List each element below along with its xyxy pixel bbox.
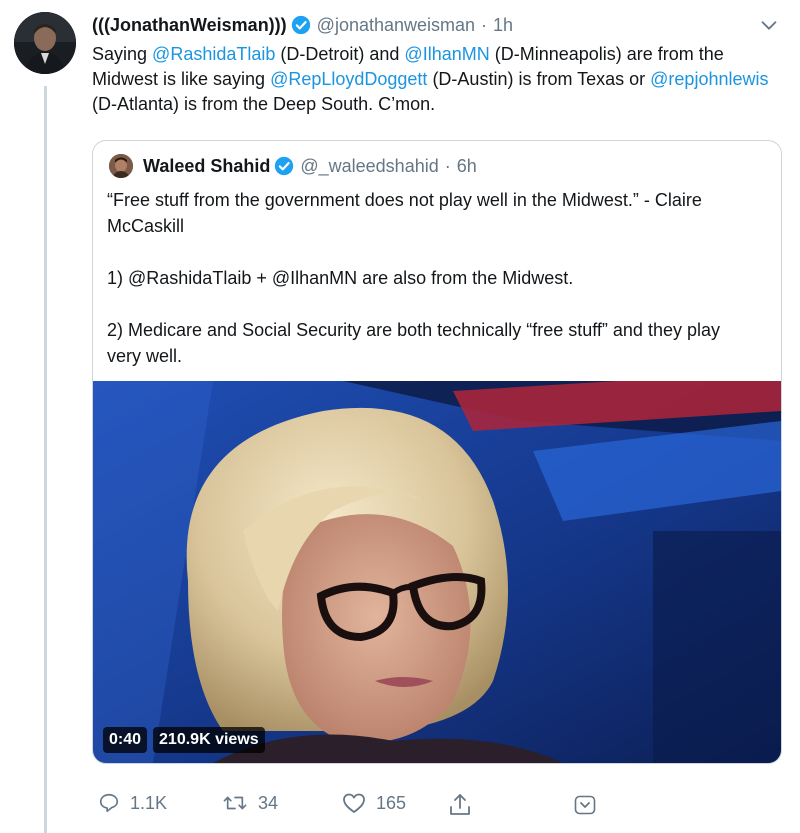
chevron-down-icon[interactable]	[573, 793, 597, 817]
quoted-author-handle[interactable]: @_waleedshahid	[300, 156, 438, 177]
author-photo	[14, 12, 76, 74]
separator-dot: ·	[481, 14, 488, 35]
quoted-tweet-header: Waleed Shahid @_waleedshahid · 6h	[143, 151, 477, 181]
retweet-count: 34	[258, 792, 279, 813]
tweet-text-segment: (D-Detroit) and	[275, 44, 405, 64]
video-view-count: 210.9K views	[153, 727, 265, 753]
video-thumbnail	[93, 381, 781, 763]
quoted-tweet-paragraph: 1) @RashidaTlaib + @IlhanMN are also fro…	[107, 268, 574, 288]
tweet-text-segment: (D-Austin) is from Texas or	[427, 69, 651, 89]
author-handle[interactable]: @jonathanweisman	[317, 15, 475, 36]
chevron-down-icon[interactable]	[758, 14, 780, 36]
retweet-button[interactable]: 34	[222, 792, 278, 814]
like-count: 165	[376, 792, 407, 813]
quoted-tweet-timestamp[interactable]: 6h	[457, 156, 477, 177]
mention-link[interactable]: @RepLloydDoggett	[270, 69, 427, 89]
quoted-tweet-text: “Free stuff from the government does not…	[107, 187, 757, 395]
separator-dot: ·	[444, 155, 451, 176]
quoted-tweet-paragraph: 2) Medicare and Social Security are both…	[107, 320, 720, 366]
video-player[interactable]: 0:40 210.9K views	[93, 381, 781, 763]
reply-count: 1.1K	[130, 792, 168, 813]
tweet-actions: 1.1K 34 165	[92, 792, 612, 820]
reply-icon	[99, 793, 119, 813]
video-duration: 0:40	[103, 727, 148, 753]
tweet-header: (((JonathanWeisman))) @jonathanweisman ·…	[92, 10, 780, 40]
like-icon	[343, 793, 365, 813]
quoted-author-avatar[interactable]	[109, 154, 133, 178]
tweet-text-segment: Saying	[92, 44, 153, 64]
tweet-text-segment: (D-Atlanta) is from the Deep South. C’mo…	[92, 94, 436, 114]
like-button[interactable]: 165	[342, 792, 406, 814]
mention-link[interactable]: @repjohnlewis	[650, 69, 768, 89]
tweet-timestamp[interactable]: 1h	[493, 15, 513, 36]
quoted-tweet-paragraph: “Free stuff from the government does not…	[107, 190, 702, 236]
thread-line	[44, 86, 47, 833]
tweet-text: Saying @RashidaTlaib (D-Detroit) and @Il…	[92, 42, 782, 117]
video-badges: 0:40 210.9K views	[103, 727, 265, 753]
verified-badge-icon	[291, 15, 310, 35]
quoted-author-photo	[109, 154, 133, 178]
mention-link[interactable]: @RashidaTlaib	[152, 44, 275, 64]
verified-badge-icon	[275, 156, 294, 176]
quoted-tweet-card[interactable]: Waleed Shahid @_waleedshahid · 6h “Free …	[92, 140, 782, 764]
reply-button[interactable]: 1.1K	[98, 792, 167, 814]
share-icon[interactable]	[448, 792, 472, 818]
retweet-icon	[223, 796, 247, 810]
quoted-author-display-name[interactable]: Waleed Shahid	[143, 156, 270, 177]
author-avatar[interactable]	[14, 12, 76, 74]
author-display-name[interactable]: (((JonathanWeisman)))	[92, 15, 287, 36]
mention-link[interactable]: @IlhanMN	[404, 44, 489, 64]
